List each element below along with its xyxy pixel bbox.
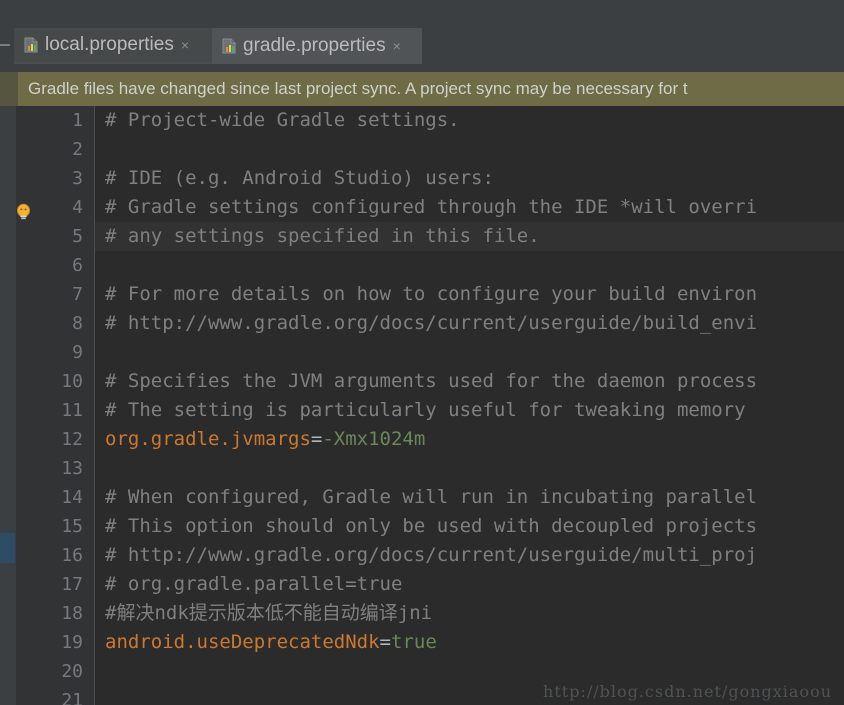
line-number[interactable]: 11 <box>23 396 83 425</box>
code-token-key: android.useDeprecatedNdk <box>105 631 380 653</box>
line-number[interactable]: 9 <box>23 338 83 367</box>
code-line[interactable]: # This option should only be used with d… <box>105 512 757 541</box>
tab-gradle-properties[interactable]: gradle.properties × <box>212 28 422 64</box>
code-token-cm: # IDE (e.g. Android Studio) users: <box>105 167 494 189</box>
code-token-cm: #解决ndk提示版本低不能自动编译jni <box>105 602 433 624</box>
code-line[interactable]: # IDE (e.g. Android Studio) users: <box>105 164 494 193</box>
line-number[interactable]: 13 <box>23 454 83 483</box>
code-line[interactable]: # any settings specified in this file. <box>105 222 540 251</box>
line-number[interactable]: 8 <box>23 309 83 338</box>
tab-local-properties[interactable]: local.properties × <box>14 28 212 64</box>
line-number[interactable]: 7 <box>23 280 83 309</box>
properties-file-icon <box>222 38 236 54</box>
code-token-cm: # Specifies the JVM arguments used for t… <box>105 370 758 392</box>
code-line[interactable]: # The setting is particularly useful for… <box>105 396 757 425</box>
tab-label: gradle.properties <box>243 35 386 56</box>
line-number[interactable]: 5 <box>23 222 83 251</box>
line-number[interactable]: 4 <box>23 193 83 222</box>
code-editor[interactable]: 1 2 3 4 5 6 7 8 9 10 11 12 13 14 15 16 17 18 19 20 21 # Proj… <box>0 106 844 705</box>
code-line[interactable]: android.useDeprecatedNdk=true <box>105 628 437 657</box>
code-line[interactable]: # Project-wide Gradle settings. <box>105 106 460 135</box>
line-number-gutter[interactable]: 1 2 3 4 5 6 7 8 9 10 11 12 13 14 15 16 17 18 19 20 21 <box>16 106 95 705</box>
code-token-cm: # Project-wide Gradle settings. <box>105 109 460 131</box>
code-token-cm: # org.gradle.parallel=true <box>105 573 403 595</box>
code-line[interactable]: org.gradle.jvmargs=-Xmx1024m <box>105 425 425 454</box>
code-line[interactable]: # For more details on how to configure y… <box>105 280 757 309</box>
code-token-cm: # For more details on how to configure y… <box>105 283 758 305</box>
code-line[interactable]: # Specifies the JVM arguments used for t… <box>105 367 757 396</box>
lightbulb-icon[interactable] <box>16 203 31 221</box>
line-number[interactable]: 2 <box>23 135 83 164</box>
code-token-cm: # any settings specified in this file. <box>105 225 540 247</box>
line-number[interactable]: 16 <box>23 541 83 570</box>
code-line[interactable]: #解决ndk提示版本低不能自动编译jni <box>105 599 432 628</box>
code-line[interactable]: # http://www.gradle.org/docs/current/use… <box>105 541 757 570</box>
code-token-eq: = <box>379 631 391 653</box>
line-number[interactable]: 1 <box>23 106 83 135</box>
close-icon[interactable]: × <box>393 39 401 53</box>
watermark-url: http://blog.csdn.net/gongxiaoou <box>543 682 832 701</box>
properties-file-icon <box>24 37 38 53</box>
gradle-sync-notification-bar[interactable]: Gradle files have changed since last pro… <box>18 72 844 106</box>
code-token-cm: # http://www.gradle.org/docs/current/use… <box>105 312 758 334</box>
code-line[interactable]: # Gradle settings configured through the… <box>105 193 757 222</box>
code-token-cm: # The setting is particularly useful for… <box>105 399 758 421</box>
code-token-val: -Xmx1024m <box>322 428 426 450</box>
tab-bar-filler <box>0 0 844 28</box>
editor-tab-bar: local.properties × gradle.properties × <box>0 0 844 72</box>
code-token-cm: # When configured, Gradle will run in in… <box>105 486 758 508</box>
line-number[interactable]: 17 <box>23 570 83 599</box>
line-number[interactable]: 21 <box>23 686 83 705</box>
notification-left-strip <box>0 72 18 106</box>
tab-bar-underline <box>0 64 844 72</box>
code-line[interactable]: # When configured, Gradle will run in in… <box>105 483 757 512</box>
line-number[interactable]: 18 <box>23 599 83 628</box>
code-token-key: org.gradle.jvmargs <box>105 428 311 450</box>
code-token-val: true <box>391 631 437 653</box>
code-line[interactable]: # http://www.gradle.org/docs/current/use… <box>105 309 757 338</box>
ide-editor-window: local.properties × gradle.properties × G… <box>0 0 844 705</box>
line-number[interactable]: 20 <box>23 657 83 686</box>
code-token-eq: = <box>310 428 323 450</box>
line-number[interactable]: 19 <box>23 628 83 657</box>
code-token-cm: # This option should only be used with d… <box>105 515 758 537</box>
chevron-left-icon[interactable] <box>0 44 10 46</box>
close-icon[interactable]: × <box>181 38 189 52</box>
line-number[interactable]: 14 <box>23 483 83 512</box>
line-number[interactable]: 12 <box>23 425 83 454</box>
notification-message: Gradle files have changed since last pro… <box>28 79 688 98</box>
line-number[interactable]: 10 <box>23 367 83 396</box>
editor-marker-strip[interactable] <box>0 106 16 705</box>
code-line[interactable]: # org.gradle.parallel=true <box>105 570 402 599</box>
line-number[interactable]: 15 <box>23 512 83 541</box>
code-token-cm: # Gradle settings configured through the… <box>105 196 758 218</box>
code-text-area[interactable]: # Project-wide Gradle settings. # IDE (e.… <box>95 106 844 705</box>
tab-label: local.properties <box>45 34 174 55</box>
code-token-cm: # http://www.gradle.org/docs/current/use… <box>105 544 758 566</box>
line-number[interactable]: 6 <box>23 251 83 280</box>
bookmark-marker-icon[interactable] <box>0 533 15 563</box>
line-number[interactable]: 3 <box>23 164 83 193</box>
